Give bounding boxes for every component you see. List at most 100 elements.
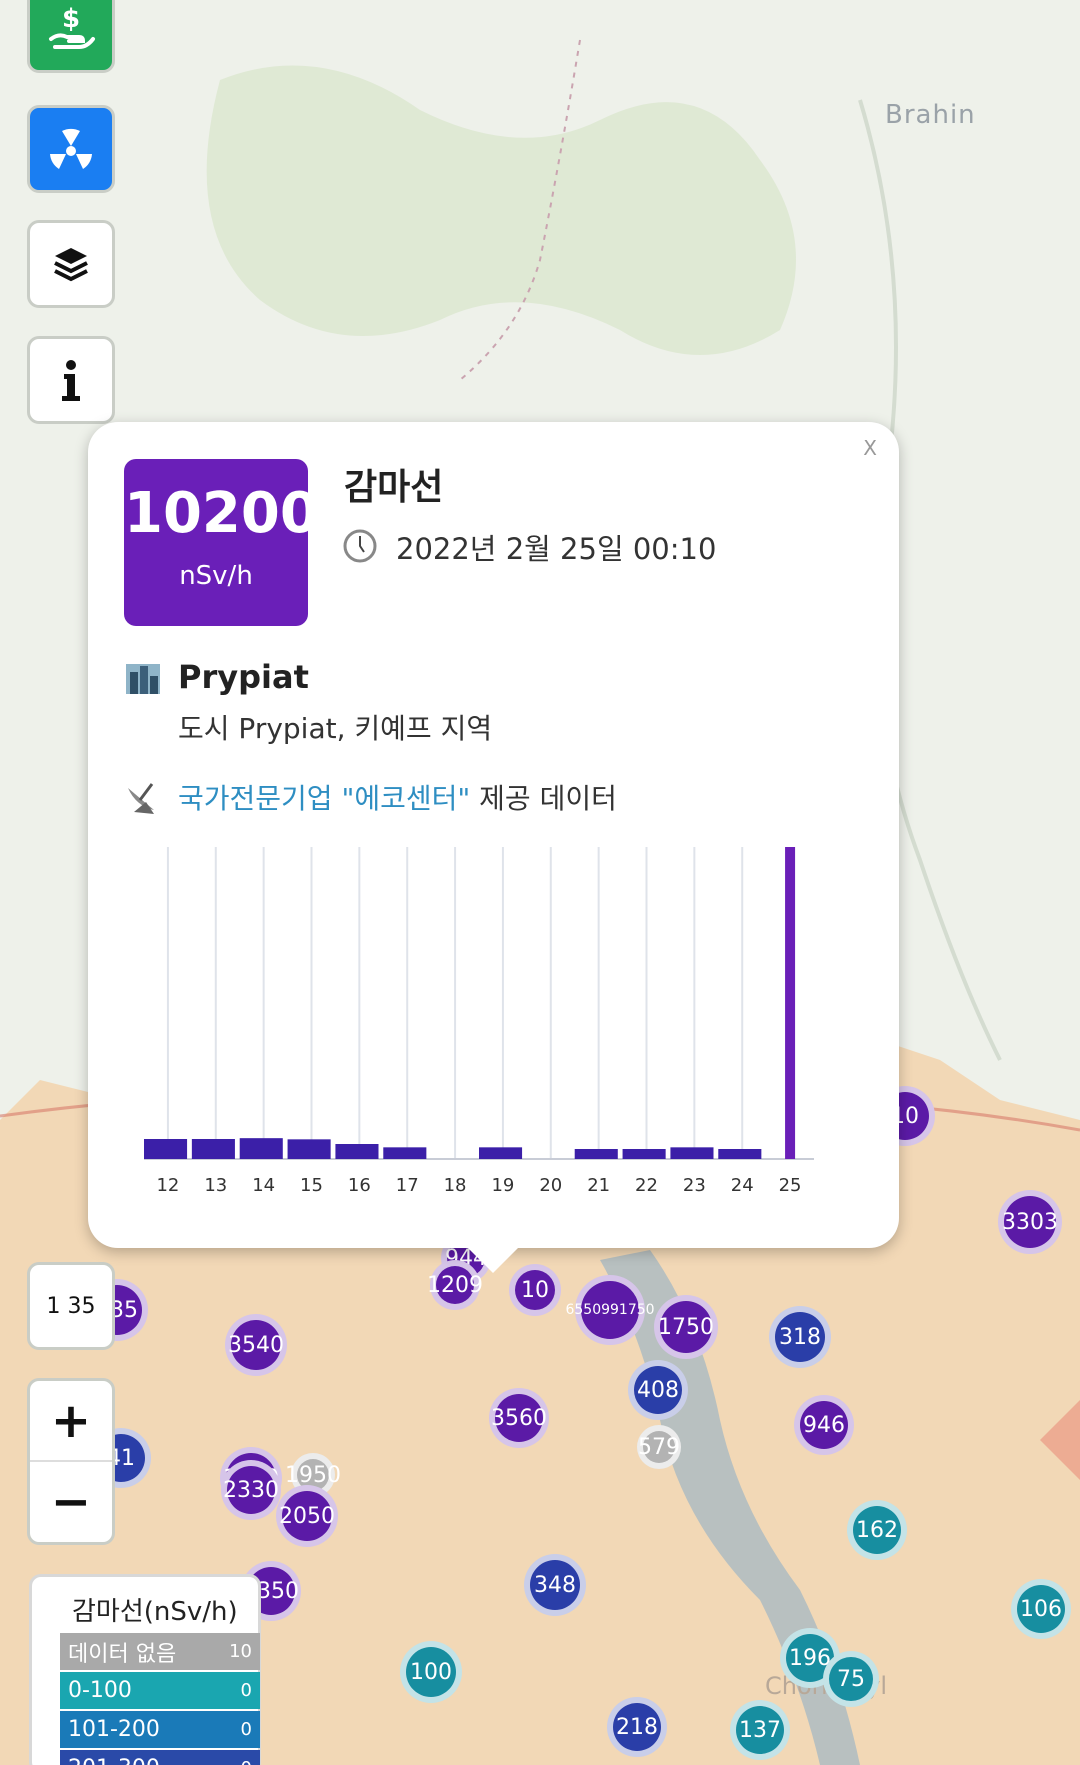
chart-bar[interactable] [670, 1147, 714, 1159]
satellite-dish-icon [128, 783, 154, 814]
chart-tick-label: 22 [635, 1175, 658, 1196]
chart-bar[interactable] [239, 1138, 283, 1159]
legend-panel: 감마선(nSv/h) 데이터 없음100-1000101-2000201-300… [29, 1574, 261, 1765]
cluster-marker[interactable]: 2050 [276, 1485, 338, 1547]
chart-tick-label: 20 [539, 1175, 562, 1196]
cluster-value: 218 [616, 1714, 658, 1740]
chart-tick-label: 17 [396, 1175, 419, 1196]
chart-tick-label: 21 [587, 1175, 610, 1196]
legend-row-label: 데이터 없음 [68, 1641, 177, 1667]
cluster-marker[interactable]: 75 [823, 1651, 879, 1707]
cluster-value: 318 [779, 1324, 821, 1350]
cluster-value: 2330 [223, 1477, 279, 1503]
chart-tick-label: 25 [779, 1175, 802, 1196]
cluster-marker[interactable]: 3540 [225, 1314, 287, 1376]
chart-bar[interactable] [574, 1149, 618, 1159]
cluster-marker[interactable]: 946 [794, 1395, 854, 1455]
chart-bar[interactable] [335, 1144, 379, 1159]
layers-icon [54, 248, 88, 282]
chart-bar[interactable] [622, 1149, 666, 1159]
station-popup: X 10200 nSv/h 감마선 2022년 2월 25일 00:10 Pry… [88, 422, 899, 1248]
cluster-value: 1750 [658, 1314, 714, 1340]
cluster-marker[interactable]: 106 [1011, 1579, 1071, 1639]
chart-bar[interactable] [718, 1149, 762, 1159]
cluster-marker[interactable]: 1750 [654, 1295, 718, 1359]
cluster-marker[interactable]: 318 [769, 1306, 831, 1368]
popup-pointer [465, 1245, 521, 1273]
cluster-marker[interactable]: 408 [628, 1360, 688, 1420]
info-button[interactable] [27, 336, 115, 424]
cluster-value: 100 [410, 1659, 452, 1685]
cluster-marker[interactable]: 100 [400, 1641, 462, 1703]
data-source: 국가전문기업 "에코센터" 제공 데이터 [178, 777, 617, 817]
chart-tick-label: 23 [683, 1175, 706, 1196]
cluster-value: 162 [856, 1517, 898, 1543]
chart-tick-label: 13 [204, 1175, 227, 1196]
chart-tick-label: 19 [491, 1175, 514, 1196]
radiation-icon [50, 128, 92, 169]
chart-tick-label: 18 [444, 1175, 467, 1196]
location-name: Prypiat [178, 658, 309, 696]
data-source-suffix: 제공 데이터 [470, 782, 617, 815]
cluster-value: 75 [837, 1666, 865, 1692]
cluster-toggle-label: 1 35 [46, 1293, 96, 1319]
clock-icon [343, 529, 377, 563]
legend-row-count: 10 [229, 1641, 252, 1662]
city-icon [126, 664, 160, 694]
cluster-marker[interactable]: 579 [637, 1425, 681, 1469]
measurement-datetime: 2022년 2월 25일 00:10 [396, 532, 717, 566]
zoom-in-button[interactable]: + [30, 1381, 112, 1462]
cluster-value: 579 [638, 1434, 680, 1460]
cluster-value: 106 [1020, 1596, 1062, 1622]
legend-row-count: 0 [240, 1719, 252, 1740]
cluster-marker[interactable]: 3560 [489, 1388, 549, 1448]
layers-button[interactable] [27, 220, 115, 308]
cluster-marker[interactable]: 137 [730, 1700, 790, 1760]
cluster-value: 408 [637, 1377, 679, 1403]
zoom-in-icon: + [50, 1392, 92, 1449]
chart-bar[interactable] [785, 847, 796, 1159]
cluster-marker[interactable]: 162 [847, 1500, 907, 1560]
chart-bar[interactable] [191, 1139, 235, 1159]
cluster-value: 1950 [285, 1462, 341, 1488]
chart-tick-label: 15 [300, 1175, 323, 1196]
cluster-value: 10 [521, 1277, 549, 1303]
cluster-value: 946 [803, 1412, 845, 1438]
zoom-out-icon: − [50, 1474, 92, 1530]
chart-bar[interactable] [383, 1147, 427, 1159]
legend-row-count: 0 [240, 1680, 252, 1701]
cluster-value: 348 [534, 1572, 576, 1598]
chart-tick-label: 24 [731, 1175, 754, 1196]
zoom-control: + − [27, 1378, 115, 1545]
popup-close-button[interactable]: X [863, 436, 877, 460]
zoom-out-button[interactable]: − [30, 1462, 112, 1542]
legend-row-label: 0-100 [68, 1678, 132, 1703]
cluster-value: 2050 [279, 1503, 335, 1529]
value-number: 10200 [124, 481, 319, 546]
cluster-value: 3560 [491, 1405, 547, 1431]
city-label-brahin: Brahin [885, 100, 976, 130]
value-unit: nSv/h [179, 561, 253, 591]
cluster-marker[interactable]: 3303 [998, 1190, 1062, 1254]
legend-row: 데이터 없음 10 [60, 1633, 260, 1670]
cluster-toggle-button[interactable]: 1 35 [27, 1262, 115, 1350]
chart-bar[interactable] [287, 1139, 331, 1159]
chart-bar[interactable] [479, 1147, 523, 1159]
cluster-marker[interactable]: 6550991750 [565, 1275, 655, 1345]
popup-title: 감마선 [344, 467, 444, 508]
cluster-marker[interactable]: 218 [607, 1697, 667, 1757]
cluster-value: 3303 [1002, 1209, 1058, 1235]
data-source-link[interactable]: 국가전문기업 "에코센터" [178, 782, 470, 815]
radiation-layer-button[interactable] [27, 105, 115, 193]
legend-title: 감마선(nSv/h) [72, 1597, 238, 1627]
value-badge: 10200 nSv/h [124, 459, 319, 626]
cluster-marker[interactable]: 348 [524, 1554, 586, 1616]
cluster-marker[interactable]: 2330 [221, 1460, 281, 1520]
legend-row-label: 201-300 [68, 1756, 160, 1765]
donate-button[interactable]: $ [27, 0, 115, 73]
chart-bar[interactable] [144, 1139, 188, 1159]
hand-coin-icon: $ [49, 4, 95, 49]
cluster-value: 6550991750 [565, 1302, 655, 1318]
chart-tick-label: 12 [156, 1175, 179, 1196]
history-bar-chart: 12 13 14 15 16 17 18 19 20 21 22 23 24 25 [144, 847, 814, 1196]
